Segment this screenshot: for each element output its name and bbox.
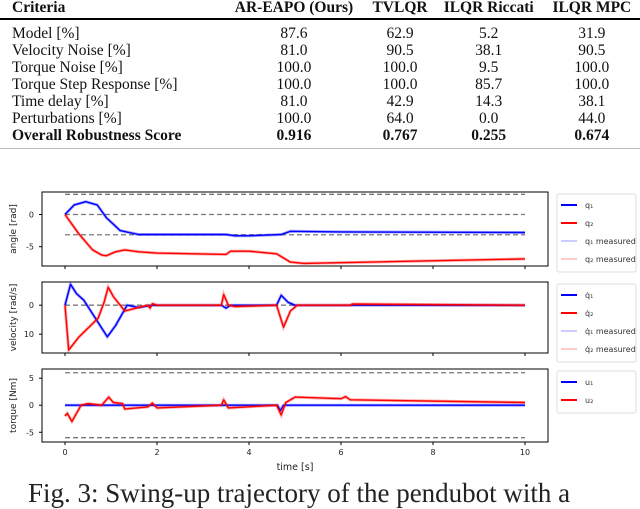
trajectory-plots: 0 -5 angle [rad] q₁ q₂ q₁ measured q₂ measured… — [9, 191, 637, 473]
series-line-1 — [64, 214, 526, 265]
y-axis-label: angle [rad] — [9, 204, 19, 254]
series-measured-line — [63, 283, 526, 355]
legend-label: u₂ — [585, 396, 593, 405]
series-line-0 — [64, 201, 526, 237]
subplot-velocity: 0 10 velocity [rad/s] q̇₁ q̇₂ q̇₁ measured q̇₂… — [9, 280, 637, 363]
y-tick-label: -5 — [26, 243, 34, 252]
subplot-angle: 0 -5 angle [rad] q₁ q₂ q₁ measured q₂ measured — [9, 191, 637, 273]
y-tick-label: 0 — [29, 401, 34, 410]
axes-frame — [41, 281, 549, 354]
legend-box — [556, 370, 637, 414]
y-axis-label: velocity [rad/s] — [9, 284, 19, 352]
series-measured-line — [63, 394, 526, 425]
legend-label: q₂ measured — [585, 255, 636, 264]
x-tick-label: 8 — [430, 448, 435, 457]
legend-label: q̇₁ measured — [585, 327, 636, 336]
legend: q₁ q₂ q₁ measured q₂ measured — [556, 193, 637, 273]
y-tick-label: -5 — [26, 428, 34, 437]
legend: q̇₁ q̇₂ q̇₁ measured q̇₂ measured — [556, 283, 637, 363]
y-tick-label: 5 — [29, 374, 34, 383]
legend-label: q₂ — [585, 219, 593, 228]
legend-label: q₁ measured — [585, 237, 636, 246]
series-measured-line — [63, 213, 526, 265]
series-line-1 — [64, 286, 526, 351]
x-tick-label: 10 — [520, 448, 530, 457]
figure-caption: Fig. 3: Swing-up trajectory of the pendu… — [28, 478, 571, 508]
legend: u₁ u₂ — [556, 370, 637, 414]
series-line-0 — [64, 283, 525, 338]
legend-label: q₁ — [585, 201, 593, 210]
y-tick-label: 0 — [29, 211, 34, 220]
x-axis-label: time [s] — [277, 462, 314, 473]
x-tick-label: 2 — [154, 448, 159, 457]
x-tick-label: 6 — [338, 448, 343, 457]
x-tick-label: 4 — [246, 448, 251, 457]
legend-label: u₁ — [585, 378, 593, 387]
legend-label: q̇₂ — [585, 309, 593, 318]
x-tick-label: 0 — [62, 448, 67, 457]
legend-label: q̇₂ measured — [585, 345, 636, 354]
y-axis-label: torque [Nm] — [9, 378, 19, 433]
y-tick-label: 10 — [24, 330, 34, 339]
y-tick-label: 0 — [29, 301, 34, 310]
legend-label: q̇₁ — [585, 291, 593, 300]
subplot-torque: 5 0 -5 0 2 4 6 8 10 torque [Nm] time [s] u₁ u₂ — [9, 368, 637, 473]
series-measured-line — [63, 280, 525, 340]
